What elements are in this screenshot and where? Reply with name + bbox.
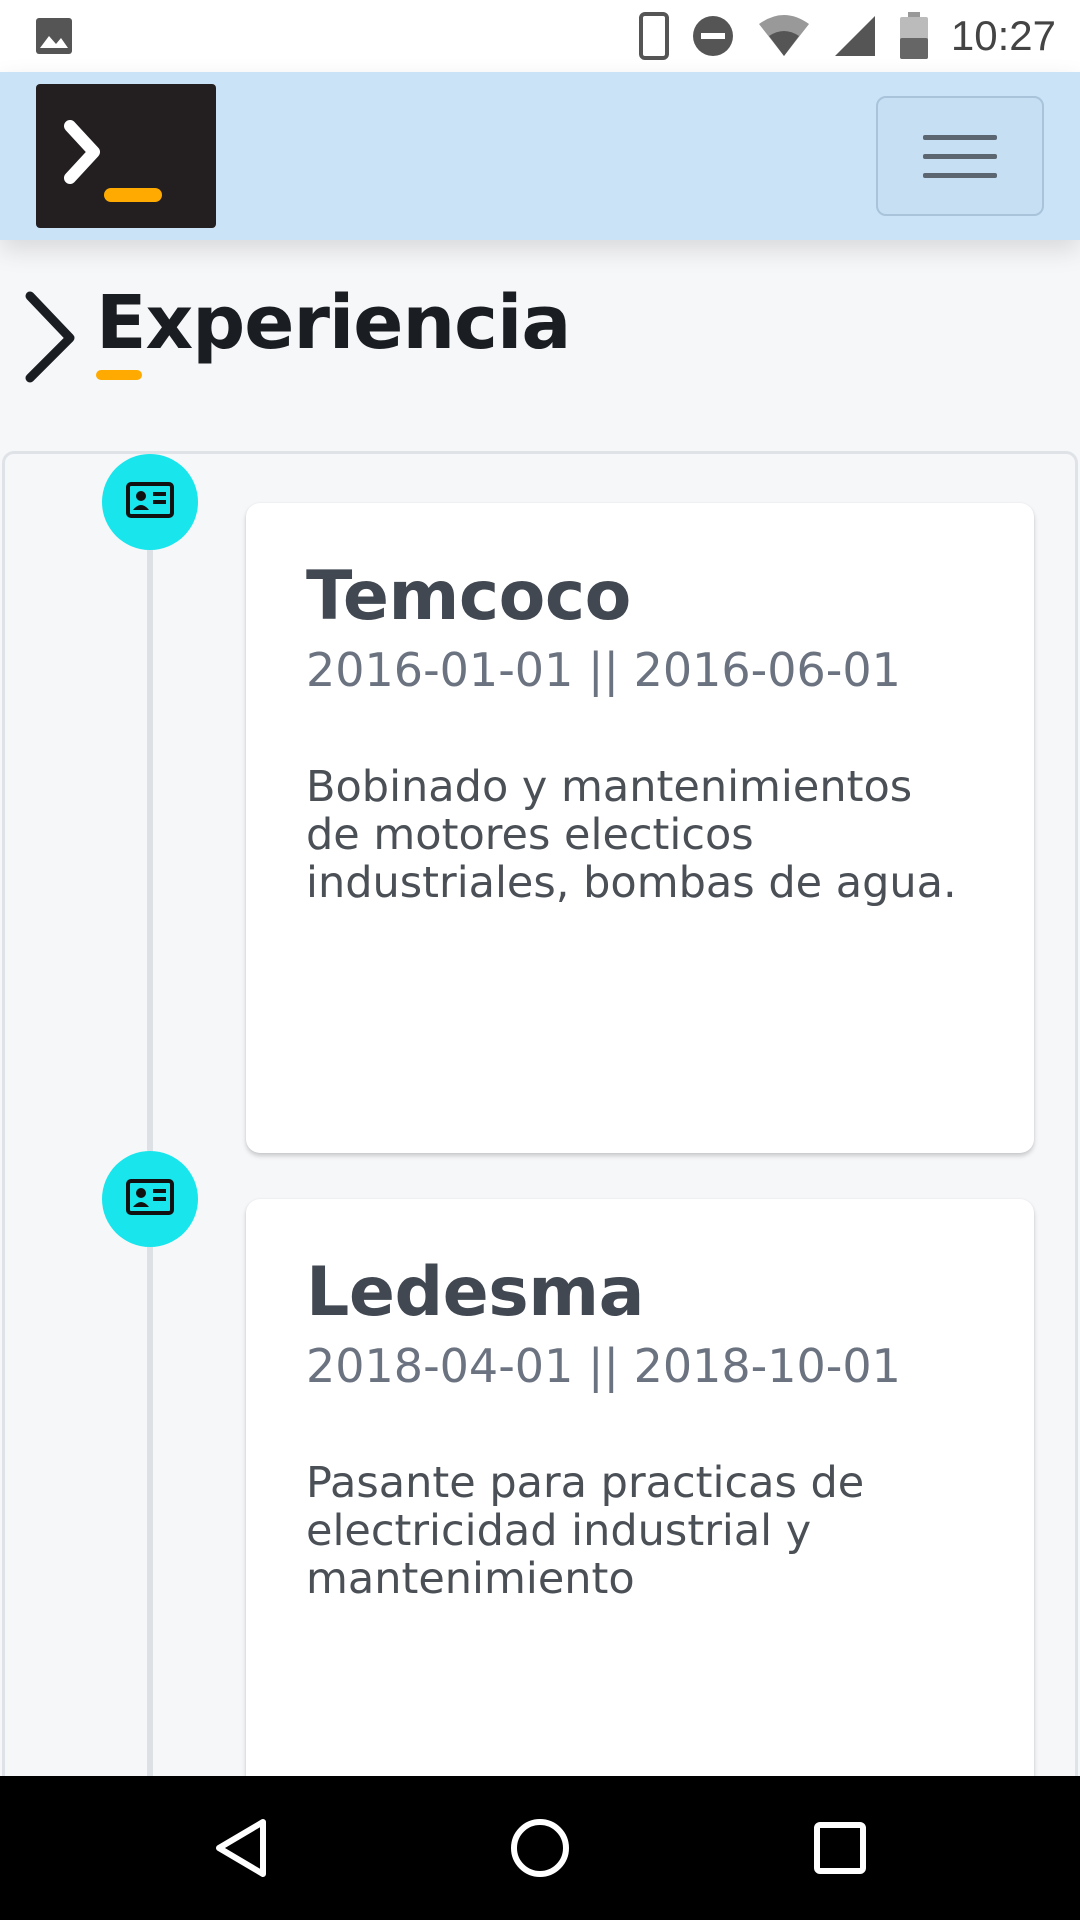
company-name: Ledesma [306,1253,644,1332]
recents-icon[interactable] [804,1812,876,1884]
status-time: 10:27 [950,12,1056,59]
terminal-logo-icon[interactable] [36,84,216,228]
section-heading: Experiencia [22,280,571,392]
back-icon[interactable] [205,1812,277,1884]
timeline-line [147,454,153,1781]
chevron-right-icon [25,291,75,383]
timeline-node [102,454,198,550]
id-card-icon [125,481,175,524]
company-name: Temcoco [306,557,631,636]
app-navbar [0,72,1080,240]
hamburger-bar [923,153,997,159]
experience-card: Ledesma 2018-04-01 || 2018-10-01 Pasante… [246,1199,1034,1781]
status-bar: 10:27 [0,0,1080,72]
date-range: 2018-04-01 || 2018-10-01 [306,1339,901,1393]
hamburger-bar [923,172,997,178]
menu-toggle-button[interactable] [876,96,1044,216]
experience-card: Temcoco 2016-01-01 || 2016-06-01 Bobinad… [246,503,1034,1153]
timeline-node [102,1151,198,1247]
phone-icon [638,12,669,60]
hamburger-icon [923,134,997,140]
battery-icon [899,12,929,60]
experience-timeline: Temcoco 2016-01-01 || 2016-06-01 Bobinad… [2,451,1078,1781]
dnd-icon [691,14,735,58]
id-card-icon [125,1178,175,1221]
wifi-icon [757,14,811,58]
system-nav-bar [0,1776,1080,1920]
home-icon[interactable] [504,1812,576,1884]
job-description: Pasante para practicas de electricidad i… [306,1458,865,1604]
signal-icon [833,14,877,58]
title-underline [96,370,142,380]
page-title: Experiencia [96,280,571,366]
job-description: Bobinado y mantenimientos de motores ele… [306,762,957,908]
date-range: 2016-01-01 || 2016-06-01 [306,643,901,697]
image-icon [34,16,74,56]
